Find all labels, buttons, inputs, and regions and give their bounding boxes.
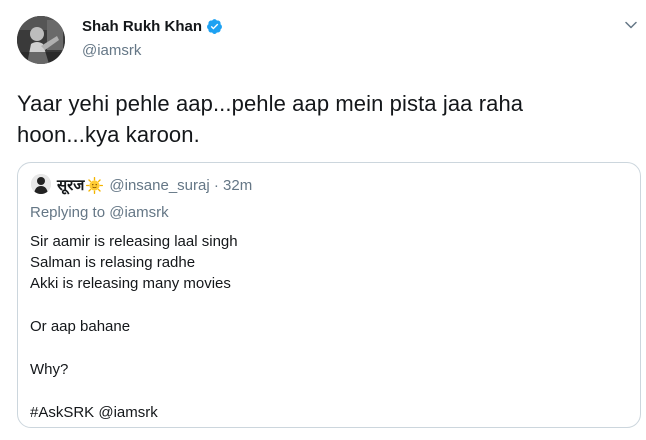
chevron-down-icon[interactable] [624,18,638,32]
replying-to-label: Replying to @iamsrk [30,204,169,221]
tweet-text-line: hoon...kya karoon. [17,122,200,147]
quoted-tweet-text: Sir aamir is releasing laal singh Salman… [30,231,238,423]
quoted-text-blank-line [30,337,238,359]
avatar-photo-icon [31,174,51,194]
tweet-card: Shah Rukh Khan @iamsrk Yaar yehi pehle a… [0,0,646,440]
quoted-tweet[interactable]: सूरज @insane_suraj · 32m Replying to @ia… [17,162,641,428]
quoted-text-line: Sir aamir is releasing laal singh [30,233,238,250]
quoted-text-blank-line [30,380,238,402]
avatar-photo-icon [17,16,65,64]
meta-separator: · [209,176,224,194]
quoted-text-blank-line [30,294,238,316]
quoted-text-line: Why? [30,361,69,378]
quoted-header: सूरज @insane_suraj · 32m [57,175,252,195]
quoted-text-line: Salman is relasing radhe [30,254,196,271]
sun-with-face-emoji-icon [86,176,104,194]
author-name-text[interactable]: Shah Rukh Khan [82,18,202,35]
author-handle[interactable]: @iamsrk [82,42,141,59]
quoted-author-avatar[interactable] [31,174,51,194]
quoted-text-line: Or aap bahane [30,318,131,335]
quoted-text-line: Akki is releasing many movies [30,275,231,292]
tweet-text: Yaar yehi pehle aap...pehle aap mein pis… [17,88,627,150]
quoted-timestamp[interactable]: 32m [223,177,252,194]
author-name[interactable]: Shah Rukh Khan [82,18,223,35]
tweet-text-line: Yaar yehi pehle aap...pehle aap mein pis… [17,91,524,116]
quoted-text-line: #AskSRK @iamsrk [30,404,158,421]
quoted-author-name[interactable]: सूरज [57,175,84,195]
verified-badge-icon [207,19,222,34]
author-avatar[interactable] [17,16,65,64]
quoted-handle[interactable]: @insane_suraj [109,177,209,194]
